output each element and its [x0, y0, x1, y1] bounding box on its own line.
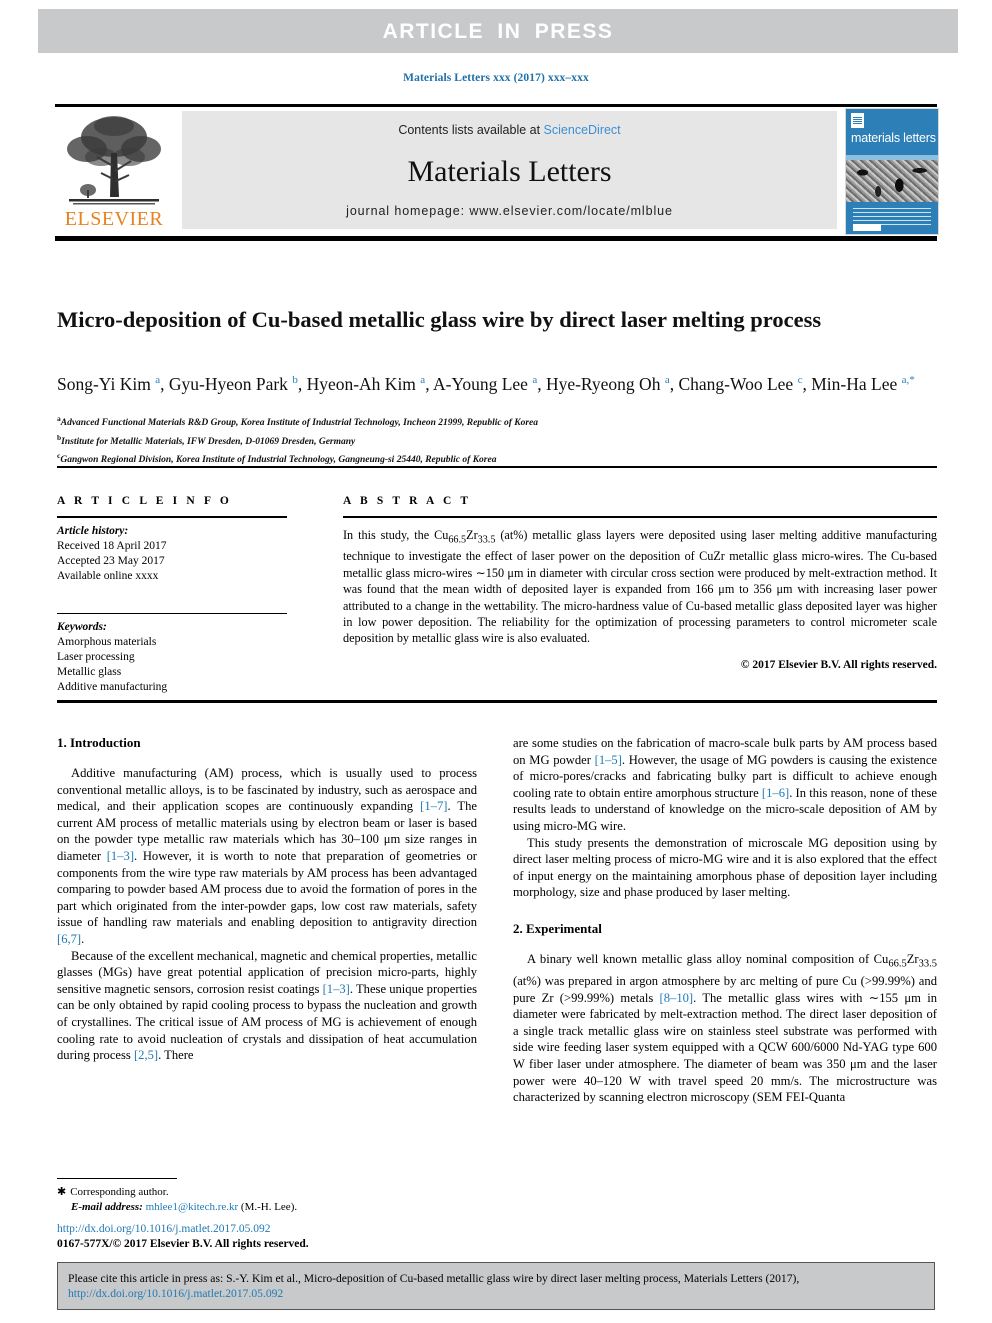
body-column-left: 1. Introduction Additive manufacturing (…	[57, 735, 477, 1064]
introduction-continued-paragraphs: are some studies on the fabrication of m…	[513, 735, 937, 901]
corresponding-author-line: ✱ Corresponding author.	[57, 1185, 477, 1200]
article-history-item: Available online xxxx	[57, 569, 159, 582]
masthead-bottom-rule	[55, 236, 937, 241]
cover-journal-title: materials letters	[851, 131, 936, 145]
article-history-list: Received 18 April 2017 Accepted 23 May 20…	[57, 539, 287, 584]
abstract-heading: A B S T R A C T	[343, 495, 472, 507]
article-history-item: Accepted 23 May 2017	[57, 554, 165, 567]
masthead-center-panel: Contents lists available at ScienceDirec…	[182, 111, 837, 229]
article-info-rule	[57, 516, 287, 518]
elsevier-wordmark: ELSEVIER	[64, 208, 164, 230]
elsevier-logo: ELSEVIER	[55, 111, 173, 231]
abstract-bottom-rule	[57, 700, 937, 703]
keyword-item: Metallic glass	[57, 666, 122, 678]
body-paragraph: are some studies on the fabrication of m…	[513, 736, 937, 833]
cover-publisher-box	[853, 224, 881, 231]
journal-masthead: ELSEVIER Contents lists available at Sci…	[55, 108, 939, 235]
keyword-item: Amorphous materials	[57, 636, 157, 648]
footnote-rule	[57, 1178, 177, 1180]
affiliation-rule	[57, 466, 937, 468]
keywords-list: Amorphous materials Laser processing Metal…	[57, 635, 287, 695]
email-address-link[interactable]: mhlee1@kitech.re.kr	[146, 1201, 239, 1213]
body-column-right: are some studies on the fabrication of m…	[513, 735, 937, 1106]
sciencedirect-link[interactable]: ScienceDirect	[544, 123, 621, 137]
body-paragraph: This study presents the demonstration of…	[513, 835, 937, 900]
running-head-citation: Materials Letters xxx (2017) xxx–xxx	[403, 72, 589, 84]
affiliation-list: aAdvanced Functional Materials R&D Group…	[57, 412, 937, 468]
journal-cover-thumbnail[interactable]: materials letters	[845, 108, 939, 235]
affiliation-marker: a	[57, 414, 61, 423]
journal-homepage-link[interactable]: journal homepage: www.elsevier.com/locat…	[182, 204, 837, 218]
email-address-label: E-mail address:	[71, 1200, 143, 1213]
article-info-block: A R T I C L E I N F O Article history: R…	[57, 495, 287, 695]
article-info-heading: A R T I C L E I N F O	[57, 495, 232, 507]
author-list: Song-Yi Kim a, Gyu-Hyeon Park b, Hyeon-A…	[57, 373, 915, 394]
affiliation-marker: b	[57, 432, 62, 442]
journal-title: Materials Letters	[407, 155, 612, 188]
citation-notice-sentence: Please cite this article in press as: S.…	[68, 1272, 800, 1285]
issn-copyright-line: 0167-577X/© 2017 Elsevier B.V. All right…	[57, 1237, 309, 1250]
citation-notice-text: Please cite this article in press as: S.…	[68, 1271, 926, 1301]
keywords-rule	[57, 612, 287, 614]
masthead-top-rule	[55, 104, 937, 107]
introduction-paragraphs: Additive manufacturing (AM) process, whi…	[57, 765, 477, 1064]
keywords-label: Keywords:	[57, 621, 107, 633]
cover-publisher-icon	[851, 113, 864, 128]
elsevier-tree-icon	[67, 116, 161, 205]
corresponding-author-footnote: ✱ Corresponding author. E-mail address: m…	[57, 1178, 477, 1214]
cover-micrograph-image	[846, 160, 938, 202]
affiliation-item: aAdvanced Functional Materials R&D Group…	[57, 414, 539, 429]
citation-notice-doi-link[interactable]: http://dx.doi.org/10.1016/j.matlet.2017.…	[68, 1287, 283, 1300]
keyword-item: Laser processing	[57, 651, 135, 663]
asterisk-icon: ✱	[57, 1186, 67, 1199]
abstract-rule	[343, 516, 937, 518]
email-line: E-mail address: mhlee1@kitech.re.kr (M.-…	[57, 1200, 477, 1215]
page-title: Micro-deposition of Cu-based metallic gl…	[57, 307, 822, 333]
affiliation-item: bInstitute for Metallic Materials, IFW D…	[57, 432, 356, 447]
article-history-label: Article history:	[57, 524, 129, 537]
email-owner: (M.-H. Lee).	[240, 1200, 298, 1213]
doi-link[interactable]: http://dx.doi.org/10.1016/j.matlet.2017.…	[57, 1222, 487, 1237]
abstract-copyright: © 2017 Elsevier B.V. All rights reserved…	[740, 658, 937, 671]
keyword-item: Additive manufacturing	[57, 681, 168, 693]
introduction-heading: 1. Introduction	[57, 735, 141, 750]
doi-and-issn-block: http://dx.doi.org/10.1016/j.matlet.2017.…	[57, 1222, 487, 1251]
abstract-text: In this study, the Cu66.5Zr33.5 (at%) me…	[343, 527, 938, 646]
article-history-item: Received 18 April 2017	[57, 539, 167, 552]
body-paragraph: Additive manufacturing (AM) process, whi…	[57, 766, 478, 946]
affiliation-marker: c	[57, 451, 61, 461]
cover-text-lines	[853, 205, 931, 225]
body-paragraph: Because of the excellent mechanical, mag…	[57, 948, 478, 1063]
abstract-block: A B S T R A C T In this study, the Cu66.…	[343, 495, 937, 671]
experimental-heading: 2. Experimental	[513, 920, 602, 936]
citation-notice-box: Please cite this article in press as: S.…	[57, 1262, 935, 1310]
contents-lists-line: Contents lists available at ScienceDirec…	[182, 123, 837, 137]
corresponding-author-label: Corresponding author.	[70, 1186, 169, 1199]
article-in-press-label: ARTICLE IN PRESS	[382, 20, 614, 43]
contents-lists-prefix: Contents lists available at	[398, 123, 544, 137]
experimental-paragraph: A binary well known metallic glass alloy…	[513, 951, 937, 1105]
article-in-press-banner: ARTICLE IN PRESS	[38, 9, 958, 53]
